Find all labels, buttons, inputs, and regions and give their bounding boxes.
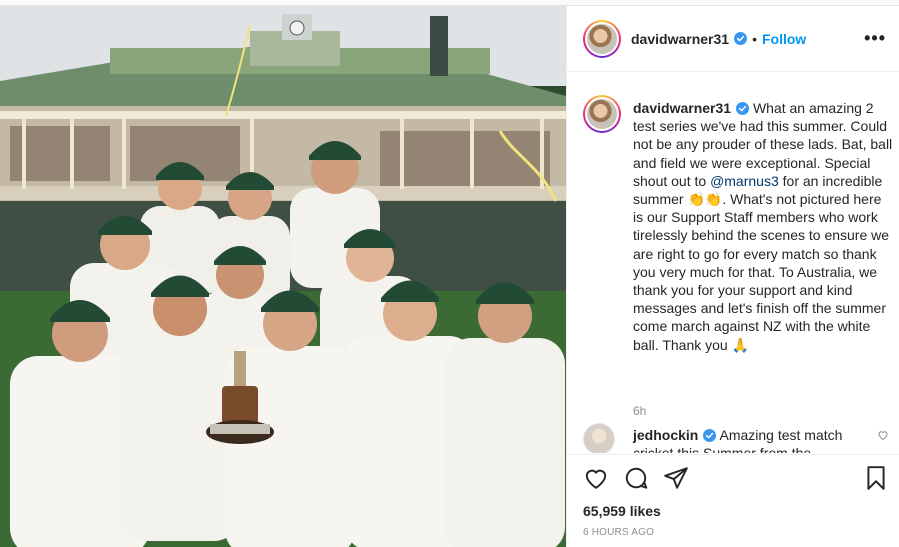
share-icon[interactable]	[663, 465, 689, 491]
header-separator: •	[752, 30, 757, 47]
comments-section[interactable]: davidwarner31 What an amazing 2 test ser…	[567, 73, 899, 453]
likes-count[interactable]: 65,959 likes	[583, 503, 661, 519]
caption-time[interactable]: 6h	[633, 404, 646, 418]
heart-icon[interactable]	[583, 465, 609, 491]
post-photo[interactable]	[0, 6, 566, 547]
header-username[interactable]: davidwarner31	[631, 31, 729, 47]
comment-avatar[interactable]	[583, 423, 615, 453]
caption-part3: . What's not pictured here is our Suppor…	[633, 191, 890, 353]
post-time-ago[interactable]: 6 HOURS AGO	[583, 527, 654, 538]
avatar-image	[587, 23, 617, 54]
post-side-panel: davidwarner31 • Follow ••• davidwarner31…	[566, 6, 899, 547]
post-actions: 65,959 likes 6 HOURS AGO	[567, 454, 899, 547]
comment-username[interactable]: jedhockin	[633, 427, 698, 443]
follow-button[interactable]: Follow	[762, 31, 806, 47]
caption-username[interactable]: davidwarner31	[633, 100, 731, 116]
verified-badge-icon	[734, 32, 748, 45]
verified-badge-icon	[703, 429, 717, 442]
post-header: davidwarner31 • Follow •••	[567, 6, 899, 72]
comment-text: jedhockin Amazing test match cricket thi…	[633, 426, 855, 453]
more-options-icon[interactable]: •••	[864, 28, 886, 49]
team-photo-illustration	[0, 6, 566, 547]
caption-avatar-image	[587, 99, 617, 129]
caption-avatar[interactable]	[583, 95, 621, 133]
bookmark-icon[interactable]	[863, 465, 889, 491]
pray-emoji: 🙏	[731, 336, 750, 353]
verified-badge-icon	[736, 102, 750, 115]
comment-icon[interactable]	[623, 465, 649, 491]
caption-text: davidwarner31 What an amazing 2 test ser…	[633, 99, 895, 354]
caption-avatar-inner	[585, 97, 619, 131]
caption-mention-link[interactable]: @marnus3	[710, 173, 779, 189]
avatar[interactable]	[583, 19, 621, 58]
clap-emoji: 👏👏	[687, 191, 723, 208]
comment-like-heart-icon[interactable]	[877, 429, 889, 441]
avatar-inner	[585, 21, 619, 56]
